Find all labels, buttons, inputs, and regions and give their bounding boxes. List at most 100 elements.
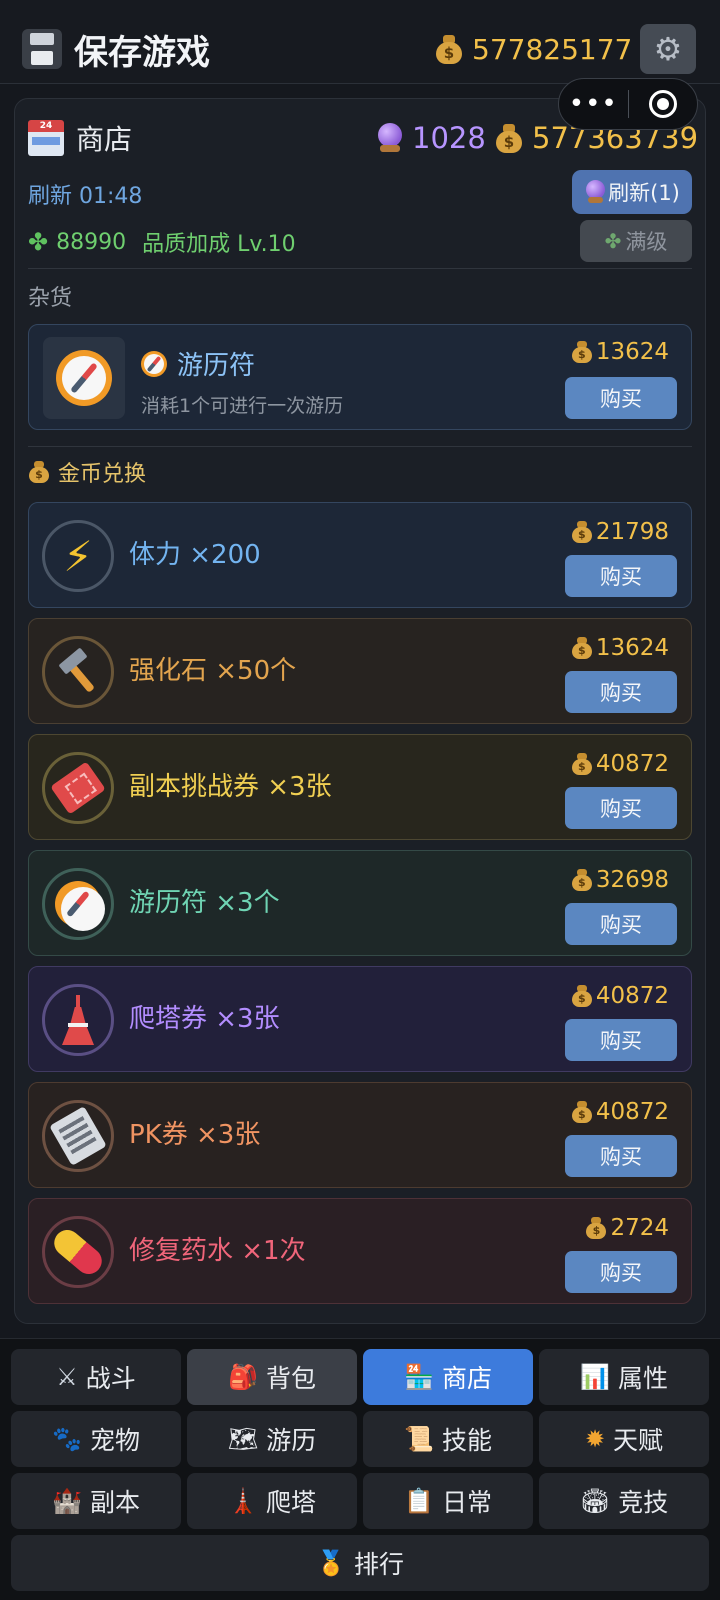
nav-dungeon[interactable]: 🏰 副本 (11, 1473, 181, 1529)
nav-tower[interactable]: 🗼 爬塔 (187, 1473, 357, 1529)
nav-label: 技能 (441, 1426, 492, 1455)
buy-button[interactable]: 购买 (565, 1135, 677, 1177)
nav-label: 属性 (617, 1364, 668, 1393)
hammer-icon (55, 647, 101, 695)
store-icon: 🏪 (404, 1363, 434, 1391)
nav-attributes[interactable]: 📊 属性 (539, 1349, 709, 1405)
quality-line: ✤ 88990 品质加成 Lv.10 (28, 226, 296, 258)
max-level-button[interactable]: ✤ 满级 (580, 220, 692, 262)
item-name: 爬塔券 ×3张 (129, 1004, 280, 1034)
item-icon-circle (42, 752, 114, 824)
scroll-icon: 📜 (404, 1425, 434, 1453)
settings-button[interactable]: ⚙ (640, 24, 696, 74)
nav-backpack[interactable]: 🎒 背包 (187, 1349, 357, 1405)
item-price-value: 13624 (595, 635, 669, 661)
crystal-ball-icon (376, 123, 404, 153)
item-name: 体力 ×200 (129, 540, 261, 570)
nav-label: 天赋 (613, 1426, 664, 1455)
floppy-disk-icon (22, 29, 62, 69)
nav-ranking[interactable]: 🏅 排行 (11, 1535, 709, 1591)
buy-button[interactable]: 购买 (565, 377, 677, 419)
stadium-icon: 🏟 (579, 1487, 611, 1515)
buy-button[interactable]: 购买 (565, 671, 677, 713)
nav-talent[interactable]: ✹ 天赋 (539, 1411, 709, 1467)
item-price: $21798 (571, 519, 669, 545)
save-game-button[interactable]: 保存游戏 (22, 24, 210, 74)
item-icon-circle (42, 1100, 114, 1172)
item-name: 副本挑战券 ×3张 (129, 772, 332, 802)
nav-shop[interactable]: 🏪 商店 (363, 1349, 533, 1405)
money-bag-icon: $ (571, 984, 593, 1008)
item-price: $40872 (571, 983, 669, 1009)
buy-button[interactable]: 购买 (565, 787, 677, 829)
clover-icon: ✤ (604, 229, 622, 253)
nav-label: 排行 (353, 1550, 404, 1579)
shop-header: 24 商店 (28, 114, 132, 162)
exchange-item-dungeon-ticket: 副本挑战券 ×3张 $40872 购买 (28, 734, 692, 840)
exchange-item-repair-potion: 修复药水 ×1次 $2724 购买 (28, 1198, 692, 1304)
ticket-icon (50, 761, 106, 815)
bottom-nav: ⚔ 战斗 🎒 背包 🏪 商店 📊 属性 🐾 宠物 🗺 游历 📜 技能 ✹ 天赋 🏰 副本 🗼 爬塔 … (0, 1338, 720, 1600)
item-icon-tile (43, 337, 125, 419)
item-price-value: 2724 (610, 1215, 669, 1241)
money-bag-icon: $ (571, 520, 593, 544)
crystal-balance: 1028 (376, 116, 486, 160)
sundry-item-card: 游历符 消耗1个可进行一次游历 $ 13624 购买 (28, 324, 692, 430)
nav-label: 商店 (441, 1364, 492, 1393)
sundry-item-desc: 消耗1个可进行一次游历 (141, 395, 344, 417)
compass-icon (141, 350, 167, 377)
castle-icon: 🏰 (52, 1487, 82, 1515)
nav-arena[interactable]: 🏟 竞技 (539, 1473, 709, 1529)
buy-button[interactable]: 购买 (565, 1019, 677, 1061)
item-name: 强化石 ×50个 (129, 656, 297, 686)
buy-button[interactable]: 购买 (565, 903, 677, 945)
gear-icon: ⚙ (653, 30, 683, 68)
sundry-item-title: 游历符 (141, 345, 255, 382)
nav-skills[interactable]: 📜 技能 (363, 1411, 533, 1467)
nav-daily[interactable]: 📋 日常 (363, 1473, 533, 1529)
target-icon (648, 90, 677, 118)
divider (28, 446, 692, 447)
item-price: $32698 (571, 867, 669, 893)
refresh-timer: 刷新 01:48 (28, 184, 143, 209)
money-bag-icon: $ (434, 33, 464, 65)
miniprogram-capsule: ••• (558, 78, 698, 130)
nav-travel[interactable]: 🗺 游历 (187, 1411, 357, 1467)
nav-label: 战斗 (85, 1364, 136, 1393)
nav-label: 日常 (441, 1488, 492, 1517)
item-price-value: 32698 (595, 867, 669, 893)
nav-pets[interactable]: 🐾 宠物 (11, 1411, 181, 1467)
item-price-value: 13624 (595, 339, 669, 365)
nav-label: 爬塔 (265, 1488, 316, 1517)
item-name: 修复药水 ×1次 (129, 1236, 306, 1266)
refresh-button[interactable]: 刷新(1) (572, 170, 692, 214)
item-icon-circle (42, 984, 114, 1056)
buy-button[interactable]: 购买 (565, 555, 677, 597)
item-price: $ 13624 (571, 339, 669, 365)
more-menu-button[interactable]: ••• (559, 78, 628, 130)
clover-count: 88990 (56, 229, 127, 255)
item-icon-circle (42, 636, 114, 708)
gold-amount: 577825177 (472, 32, 633, 66)
item-price-value: 40872 (595, 751, 669, 777)
money-bag-icon: $ (571, 636, 593, 660)
nav-label: 游历 (266, 1426, 317, 1455)
buy-button[interactable]: 购买 (565, 1251, 677, 1293)
item-icon-circle (42, 868, 114, 940)
pk-ticket-icon (49, 1106, 107, 1166)
paw-prints-icon: 🐾 (52, 1425, 82, 1453)
save-game-label: 保存游戏 (74, 32, 210, 73)
money-bag-icon: $ (571, 1100, 593, 1124)
item-name: PK券 ×3张 (129, 1120, 261, 1150)
clipboard-icon: 📋 (404, 1487, 434, 1515)
crossed-swords-icon: ⚔ (56, 1363, 78, 1391)
gold-exchange-title: 金币兑换 (58, 462, 147, 487)
crystal-amount: 1028 (412, 121, 486, 155)
close-miniprogram-button[interactable] (629, 78, 698, 130)
max-level-label: 满级 (625, 230, 668, 254)
compass-icon (55, 881, 105, 931)
item-price: $13624 (571, 635, 669, 661)
bar-chart-icon: 📊 (580, 1363, 610, 1391)
refresh-button-label: 刷新(1) (608, 181, 680, 205)
nav-battle[interactable]: ⚔ 战斗 (11, 1349, 181, 1405)
